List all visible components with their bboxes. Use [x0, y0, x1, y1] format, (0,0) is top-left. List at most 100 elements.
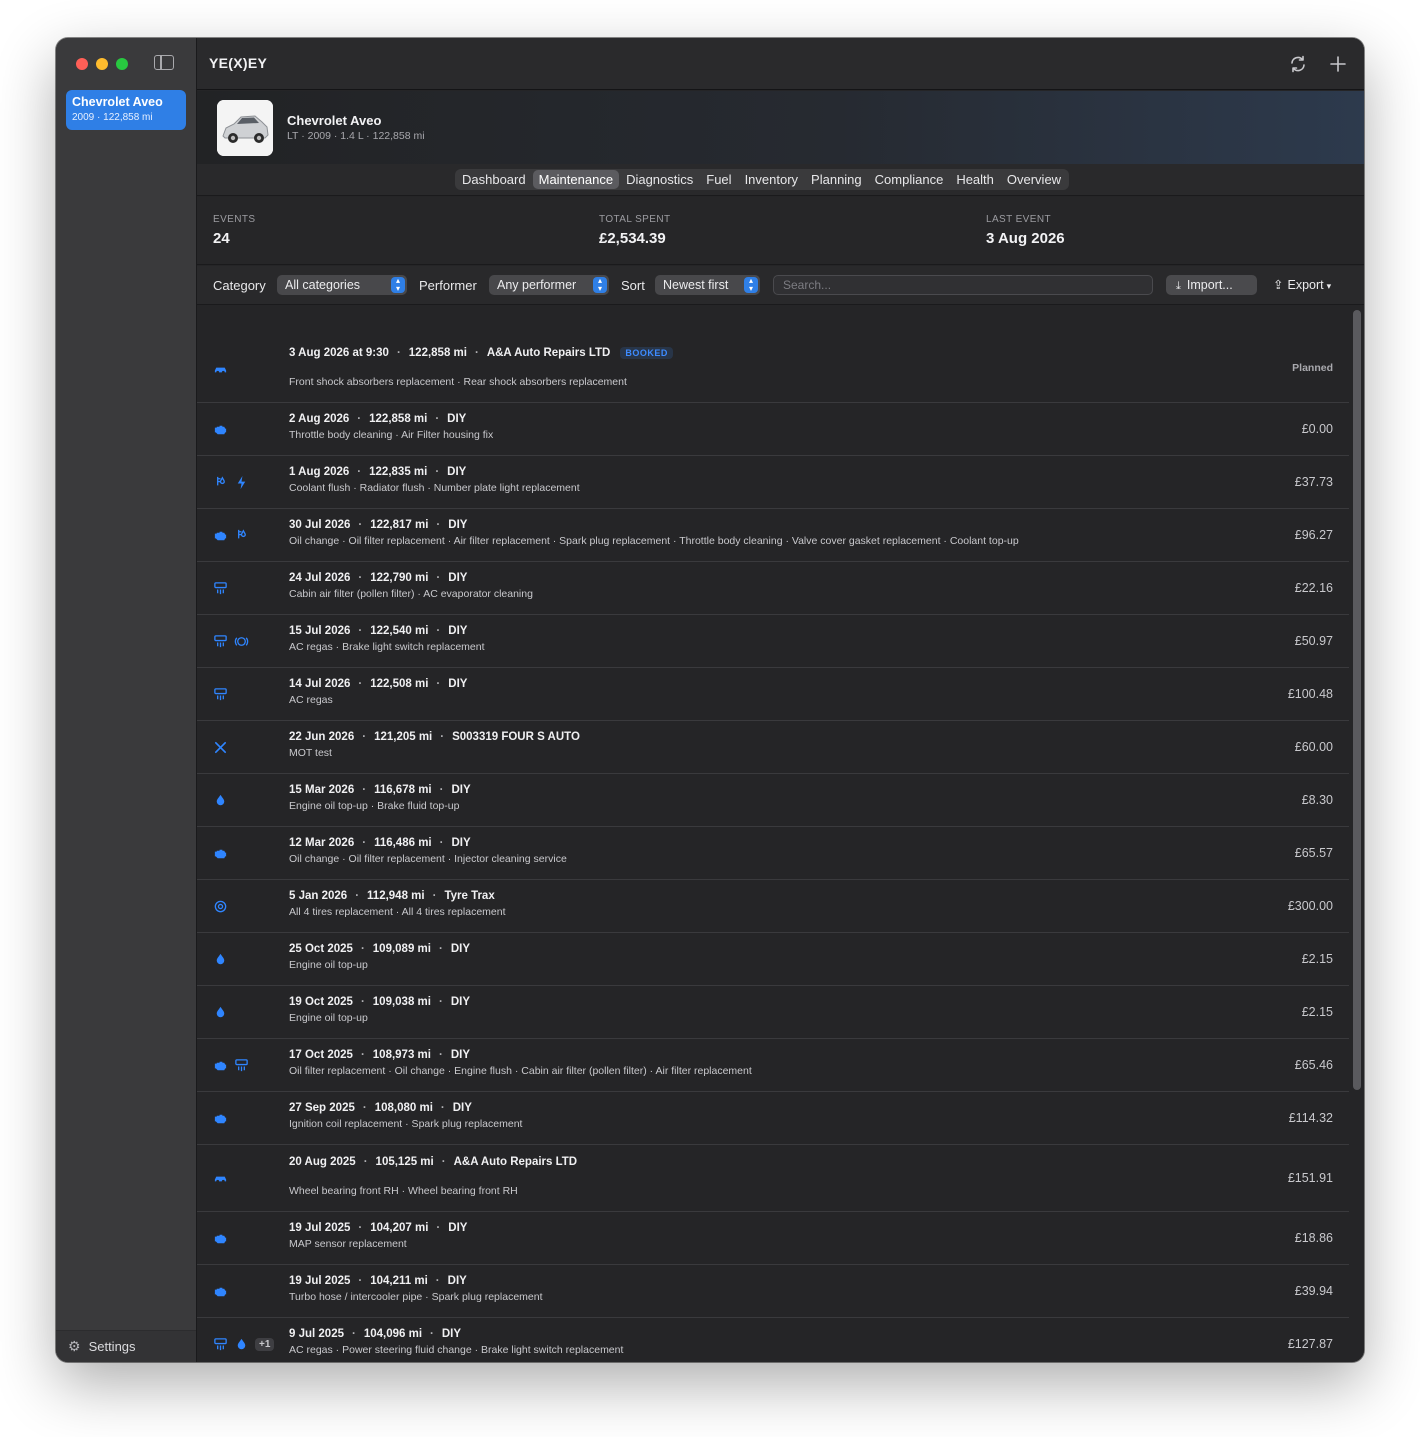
event-category-icons: [213, 362, 228, 377]
event-row[interactable]: 14 Jul 2026 · 122,508 mi · DIY AC regas £100.4…: [197, 668, 1349, 721]
event-mileage: 104,211 mi: [370, 1275, 428, 1287]
separator-dot: ·: [362, 837, 367, 849]
separator-dot: ·: [358, 1275, 363, 1287]
event-meta: 22 Jun 2026 · 121,205 mi · S003319 FOUR S AU…: [289, 731, 580, 743]
event-date: 27 Sep 2025: [289, 1102, 355, 1114]
sidebar-toggle-icon[interactable]: [154, 55, 174, 70]
zoom-window-button[interactable]: [116, 58, 128, 70]
sidebar-vehicle-item[interactable]: Chevrolet Aveo 2009 · 122,858 mi: [66, 90, 186, 130]
event-category-icons: [213, 1171, 228, 1186]
event-row[interactable]: 19 Jul 2025 · 104,207 mi · DIY MAP sensor rep…: [197, 1212, 1349, 1265]
event-category-icons: [213, 740, 228, 755]
bolt-icon: [234, 475, 249, 490]
category-select-value: All categories: [285, 278, 361, 292]
air-vent-icon: [213, 1337, 228, 1352]
separator-dot: ·: [360, 996, 365, 1008]
close-window-button[interactable]: [76, 58, 88, 70]
event-performer: DIY: [451, 784, 471, 796]
vehicle-header: Chevrolet Aveo LT · 2009 · 1.4 L · 122,8…: [197, 91, 1364, 164]
event-mileage: 116,486 mi: [374, 837, 432, 849]
add-event-button[interactable]: [1326, 52, 1350, 76]
event-row[interactable]: +1 9 Jul 2025 · 104,096 mi · DIY AC regas · Po…: [197, 1318, 1349, 1362]
vertical-scrollbar[interactable]: [1353, 310, 1361, 1090]
event-amount: £2.15: [1301, 952, 1333, 966]
separator-dot: ·: [436, 519, 441, 531]
separator-dot: ·: [360, 1049, 365, 1061]
category-label: Category: [213, 278, 266, 293]
settings-label: Settings: [88, 1339, 136, 1354]
event-date: 12 Mar 2026: [289, 837, 355, 849]
event-row[interactable]: 19 Oct 2025 · 109,038 mi · DIY Engine oil top…: [197, 986, 1349, 1039]
event-description: Throttle body cleaning · Air Filter hous…: [289, 429, 494, 441]
separator-dot: ·: [441, 1156, 446, 1168]
separator-dot: ·: [440, 1102, 445, 1114]
separator-dot: ·: [438, 943, 443, 955]
event-amount: Planned: [1292, 362, 1333, 374]
event-row[interactable]: 17 Oct 2025 · 108,973 mi · DIY Oil filter rep…: [197, 1039, 1349, 1092]
event-row[interactable]: 3 Aug 2026 at 9:30 · 122,858 mi · A&A Auto R…: [197, 336, 1349, 403]
tab-fuel[interactable]: Fuel: [700, 170, 737, 189]
event-mileage: 104,207 mi: [370, 1222, 429, 1234]
event-row[interactable]: 20 Aug 2025 · 105,125 mi · A&A Auto Repairs …: [197, 1145, 1349, 1212]
tab-inventory[interactable]: Inventory: [739, 170, 804, 189]
settings-button[interactable]: ⚙ Settings: [56, 1330, 196, 1362]
event-row[interactable]: 15 Mar 2026 · 116,678 mi · DIY Engine oil top…: [197, 774, 1349, 827]
event-description: MAP sensor replacement: [289, 1238, 407, 1250]
event-amount: £8.30: [1301, 793, 1333, 807]
event-row[interactable]: 12 Mar 2026 · 116,486 mi · DIY Oil change · O…: [197, 827, 1349, 880]
event-row[interactable]: 25 Oct 2025 · 109,089 mi · DIY Engine oil top…: [197, 933, 1349, 986]
event-performer: DIY: [448, 625, 468, 637]
category-select[interactable]: All categories ▴ ▾: [277, 275, 407, 295]
event-row[interactable]: 1 Aug 2026 · 122,835 mi · DIY Coolant flush ·…: [197, 456, 1349, 509]
event-meta: 2 Aug 2026 · 122,858 mi · DIY: [289, 413, 466, 425]
event-row[interactable]: 24 Jul 2026 · 122,790 mi · DIY Cabin air filt…: [197, 562, 1349, 615]
tab-maintenance[interactable]: Maintenance: [532, 170, 620, 189]
event-mileage: 122,540 mi: [370, 625, 429, 637]
sort-select[interactable]: Newest first ▴ ▾: [655, 275, 760, 295]
event-row[interactable]: 2 Aug 2026 · 122,858 mi · DIY Throttle body c…: [197, 403, 1349, 456]
engine-icon: [213, 422, 228, 437]
minimize-window-button[interactable]: [96, 58, 108, 70]
event-description: Engine oil top-up · Brake fluid top-up: [289, 800, 460, 812]
event-date: 15 Jul 2026: [289, 625, 351, 637]
event-performer: DIY: [448, 1222, 468, 1234]
tab-compliance[interactable]: Compliance: [869, 170, 950, 189]
tab-dashboard[interactable]: Dashboard: [456, 170, 532, 189]
event-row[interactable]: 30 Jul 2026 · 122,817 mi · DIY Oil change · O…: [197, 509, 1349, 562]
event-category-icons: [213, 687, 228, 702]
event-description: AC regas · Brake light switch replacemen…: [289, 641, 485, 653]
air-vent-icon: [213, 687, 228, 702]
tab-bar: Dashboard Maintenance Diagnostics Fuel Inven…: [197, 164, 1364, 196]
tab-health[interactable]: Health: [950, 170, 1000, 189]
stats-bar: EVENTS 24 TOTAL SPENT £2,534.39 LAST EVE…: [197, 197, 1364, 265]
event-meta: 14 Jul 2026 · 122,508 mi · DIY: [289, 678, 467, 690]
separator-dot: ·: [357, 466, 362, 478]
export-button[interactable]: ⇪ Export ▾: [1273, 277, 1331, 292]
event-meta: 15 Mar 2026 · 116,678 mi · DIY: [289, 784, 471, 796]
engine-icon: [213, 1111, 228, 1126]
event-meta: 25 Oct 2025 · 109,089 mi · DIY: [289, 943, 470, 955]
performer-select[interactable]: Any performer ▴ ▾: [489, 275, 609, 295]
event-date: 19 Jul 2025: [289, 1275, 351, 1287]
import-button[interactable]: ⤓ Import...: [1166, 275, 1257, 295]
event-row[interactable]: 22 Jun 2026 · 121,205 mi · S003319 FOUR S AU…: [197, 721, 1349, 774]
tab-planning[interactable]: Planning: [805, 170, 868, 189]
separator-dot: ·: [440, 731, 445, 743]
stat-last-event: LAST EVENT 3 Aug 2026: [986, 214, 1065, 247]
tab-overview[interactable]: Overview: [1001, 170, 1067, 189]
event-row[interactable]: 15 Jul 2026 · 122,540 mi · DIY AC regas · Bra…: [197, 615, 1349, 668]
refresh-button[interactable]: [1286, 52, 1310, 76]
separator-dot: ·: [474, 347, 479, 359]
tab-diagnostics[interactable]: Diagnostics: [620, 170, 699, 189]
event-row[interactable]: 27 Sep 2025 · 108,080 mi · DIY Ignition coil …: [197, 1092, 1349, 1145]
event-row[interactable]: 5 Jan 2026 · 112,948 mi · Tyre Trax All 4 tir…: [197, 880, 1349, 933]
event-amount: £18.86: [1294, 1231, 1333, 1245]
event-performer: DIY: [451, 837, 471, 849]
air-vent-icon: [213, 581, 228, 596]
event-description: Turbo hose / intercooler pipe · Spark pl…: [289, 1291, 543, 1303]
stat-last-value: 3 Aug 2026: [986, 230, 1065, 247]
event-row[interactable]: 19 Jul 2025 · 104,211 mi · DIY Turbo hose / i…: [197, 1265, 1349, 1318]
event-performer: DIY: [447, 1275, 467, 1287]
event-amount: £39.94: [1294, 1284, 1333, 1298]
search-input[interactable]: Search...: [773, 275, 1153, 295]
